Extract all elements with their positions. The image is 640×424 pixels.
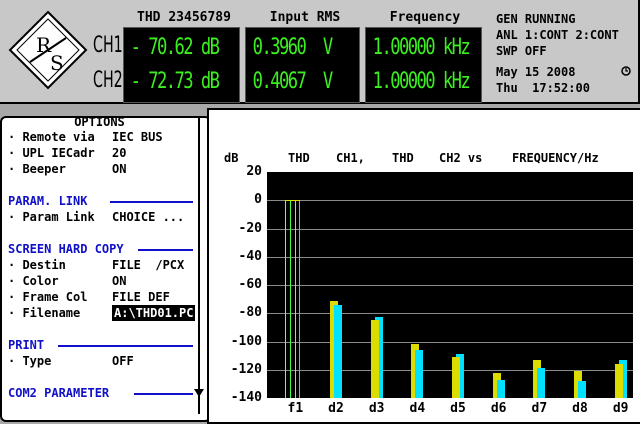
rs-logo-icon: R S	[8, 10, 88, 90]
remote-via-value[interactable]: IEC BUS	[112, 129, 163, 145]
print-type-label: · Type	[8, 354, 52, 368]
x-tick-label: d9	[612, 401, 629, 416]
remote-via-label: · Remote via	[8, 130, 95, 144]
y-tick-label: -20	[238, 220, 262, 236]
bar-cap-f1	[285, 200, 301, 202]
x-tick-label: d7	[531, 401, 548, 416]
plot-area	[267, 172, 633, 398]
bar-ch2-d4	[415, 349, 424, 398]
graph-title-ch2: CH2 vs	[439, 151, 483, 165]
date-readout: May 15 2008	[496, 65, 576, 79]
thd-column-header: THD 23456789	[137, 10, 231, 25]
graph-title-thd-2: THD	[392, 151, 414, 165]
bar-ch2-d6	[496, 379, 505, 398]
param-link-heading: PARAM. LINK	[8, 194, 88, 208]
ch1-frequency-value: 1.00000 kHz	[372, 35, 471, 60]
scroll-down-arrow-icon[interactable]	[193, 386, 205, 398]
param-link-value[interactable]: CHOICE ...	[112, 209, 184, 225]
y-tick-label: -80	[238, 305, 262, 321]
ch2-rms-value: 0.4067 V	[252, 69, 334, 94]
destin-label: · Destin	[8, 258, 66, 272]
gridline	[267, 200, 633, 202]
ch1-rms-value: 0.3960 V	[252, 35, 334, 60]
bar-ch1-f1	[290, 200, 292, 398]
frame-col-value[interactable]: FILE DEF	[112, 289, 170, 305]
com2-rule	[134, 393, 193, 395]
sweep-status: SWP OFF	[496, 44, 547, 58]
ch1-thd-value: - 70.62 dB	[130, 35, 220, 60]
print-type-value[interactable]: OFF	[112, 353, 134, 369]
frame-col-label: · Frame Col	[8, 290, 88, 304]
y-tick-label: -40	[238, 248, 262, 264]
clock-icon	[621, 66, 631, 76]
gridline	[267, 341, 633, 343]
ch2-thd-value: - 72.73 dB	[130, 69, 220, 94]
graph-title-thd-1: THD	[288, 151, 310, 165]
bar-ch1-d3	[370, 320, 379, 398]
frequency-display: 1.00000 kHz 1.00000 kHz	[366, 28, 481, 102]
gridline	[267, 256, 633, 258]
destin-value[interactable]: FILE /PCX	[112, 257, 184, 273]
channel-1-label: CH1	[93, 33, 123, 58]
y-tick-label: 0	[254, 192, 262, 208]
input-rms-column-header: Input RMS	[269, 10, 341, 25]
bar-ch1-f1	[295, 200, 297, 398]
color-value[interactable]: ON	[112, 273, 126, 289]
x-tick-label: d5	[450, 401, 466, 416]
y-tick-label: 20	[246, 164, 262, 179]
thd-display: - 70.62 dB - 72.73 dB	[124, 28, 239, 102]
options-panel[interactable]: OPTIONS · Remote via IEC BUS · UPL IECad…	[0, 116, 211, 422]
gridline	[267, 313, 633, 315]
bar-ch2-d2	[334, 304, 342, 398]
print-rule	[58, 345, 193, 347]
x-tick-label: d3	[368, 401, 385, 416]
input-rms-display: 0.3960 V 0.4067 V	[246, 28, 359, 102]
y-tick-label: -100	[230, 333, 262, 349]
param-link-rule	[110, 201, 193, 203]
filename-field[interactable]: A:\THD01.PC	[112, 305, 196, 321]
y-tick-label: -140	[230, 390, 262, 405]
options-scrollbar[interactable]	[198, 118, 200, 414]
generator-status: GEN RUNNING	[496, 12, 576, 26]
bar-ch2-d7	[537, 368, 546, 398]
graph-title-frequency: FREQUENCY/Hz	[512, 151, 599, 165]
com2-parameter-heading: COM2 PARAMETER	[8, 386, 110, 400]
param-link-label: · Param Link	[8, 210, 95, 224]
channel-2-label: CH2	[93, 68, 123, 93]
beeper-label: · Beeper	[8, 162, 66, 176]
time-readout: Thu 17:52:00	[496, 81, 590, 95]
x-tick-label: d6	[490, 401, 507, 416]
bar-ch1-d9	[614, 364, 623, 398]
frequency-column-header: Frequency	[389, 10, 461, 25]
gridline	[267, 228, 633, 230]
ch2-frequency-value: 1.00000 kHz	[372, 69, 471, 94]
x-tick-label: d2	[328, 401, 344, 416]
iec-address-label: · UPL IECadr	[8, 146, 95, 160]
x-tick-label: d8	[572, 401, 588, 416]
beeper-value[interactable]: ON	[112, 161, 126, 177]
y-axis-unit-label: dB	[224, 151, 239, 165]
bar-ch2-d8	[578, 381, 586, 398]
bar-ch1-d5	[452, 357, 460, 398]
bar-ch2-f1	[299, 200, 301, 398]
print-heading: PRINT	[8, 338, 45, 352]
filename-label: · Filename	[8, 306, 81, 320]
x-tick-label: f1	[287, 401, 304, 416]
graph-title-ch1: CH1,	[336, 151, 365, 165]
options-title: OPTIONS	[74, 116, 125, 129]
gridline	[267, 285, 633, 286]
iec-address-value[interactable]: 20	[112, 145, 126, 161]
color-label: · Color	[8, 274, 59, 288]
screen-hard-copy-heading: SCREEN HARD COPY	[8, 242, 124, 256]
hard-copy-rule	[138, 249, 193, 251]
analyzer-status: ANL 1:CONT 2:CONT	[496, 28, 619, 42]
y-tick-label: -60	[238, 277, 262, 292]
bar-ch1-f1	[285, 200, 287, 398]
svg-text:S: S	[50, 51, 64, 75]
x-tick-label: d4	[409, 401, 426, 416]
y-tick-label: -120	[230, 361, 262, 377]
